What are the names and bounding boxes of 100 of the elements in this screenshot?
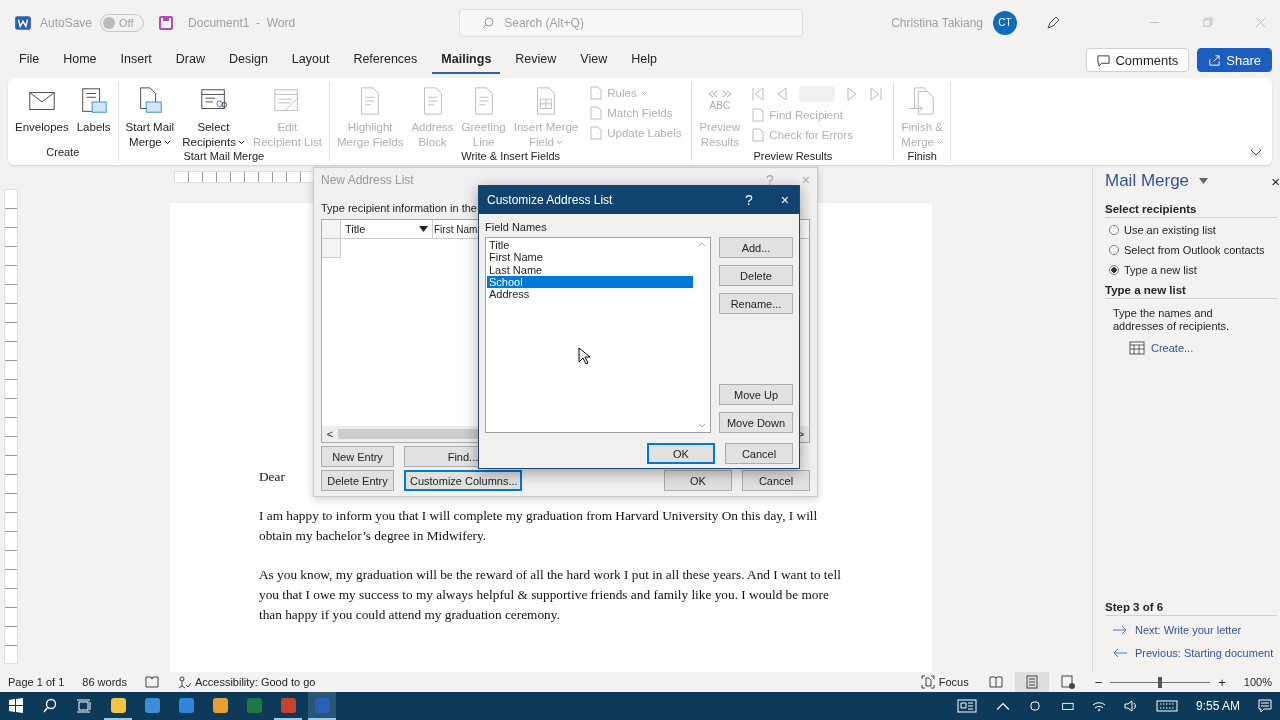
list-label: Field Names bbox=[485, 221, 548, 233]
zoom-level[interactable]: 100% bbox=[1243, 676, 1272, 688]
salutation-text: Dear bbox=[259, 468, 285, 486]
group-label: Create bbox=[46, 146, 80, 158]
scroll-left-button[interactable]: < bbox=[322, 426, 338, 442]
book-check-icon[interactable] bbox=[144, 675, 159, 689]
share-button[interactable]: Share bbox=[1197, 48, 1272, 72]
search-field[interactable]: Search (Alt+Q) bbox=[459, 8, 804, 37]
paragraph-text: As you know, my graduation will be the reward of all the hard work I put in all these years. And I want to tell you that I owe my success to my always helpful & supportive friends and family like you. I would be more than happy if you could attend my graduation ceremony. bbox=[259, 566, 842, 624]
dialog-button[interactable]: Delete Entry bbox=[321, 470, 394, 491]
collapse-ribbon-icon[interactable] bbox=[1250, 149, 1262, 157]
ribbon-button[interactable]: Select Recipients bbox=[179, 86, 248, 150]
ribbon-tab[interactable]: Insert bbox=[111, 46, 161, 74]
dialog-button[interactable]: Move Up bbox=[719, 384, 793, 405]
word-count[interactable]: 86 words bbox=[82, 676, 127, 688]
preview-icon: ABC bbox=[705, 86, 734, 116]
ok-button[interactable]: OK bbox=[647, 443, 715, 464]
zoom-out-button[interactable]: − bbox=[1094, 674, 1103, 690]
accessibility-status[interactable]: Accessibility: Good to go bbox=[176, 675, 316, 689]
search-icon[interactable] bbox=[42, 698, 58, 714]
zoom-in-button[interactable]: + bbox=[1218, 674, 1226, 690]
dialog-title: New Address List bbox=[321, 173, 414, 187]
task-view-icon[interactable] bbox=[76, 698, 92, 714]
ribbon-tab[interactable]: Home bbox=[54, 46, 106, 74]
ribbon-tab[interactable]: Review bbox=[506, 46, 566, 74]
document-icon bbox=[751, 128, 766, 142]
list-item[interactable]: First Name bbox=[487, 251, 693, 264]
step-label: Step 3 of 6 bbox=[1105, 601, 1277, 616]
ribbon-tab[interactable]: View bbox=[571, 46, 617, 74]
close-pane-button[interactable]: × bbox=[1271, 172, 1280, 190]
clock[interactable]: 9:55 AM bbox=[1195, 699, 1240, 713]
ribbon-tab[interactable]: References bbox=[344, 46, 427, 74]
document-icon bbox=[589, 126, 604, 140]
ribbon-tab[interactable]: Design bbox=[219, 46, 277, 74]
ribbon-tab[interactable]: Help bbox=[622, 46, 666, 74]
book-icon bbox=[988, 676, 1003, 688]
radio-option[interactable]: Use an existing list bbox=[1109, 224, 1280, 236]
autosave-label: AutoSave bbox=[40, 15, 93, 30]
dropdown-caret-icon[interactable] bbox=[1199, 178, 1209, 184]
page-count[interactable]: Page 1 of 1 bbox=[8, 676, 65, 688]
accessibility-icon bbox=[176, 675, 191, 689]
mouse-cursor-icon bbox=[578, 347, 590, 365]
section-heading: Type a new list bbox=[1105, 284, 1277, 299]
web-page-icon bbox=[1060, 675, 1075, 689]
document-icon bbox=[751, 108, 766, 122]
list-item[interactable]: Title bbox=[487, 239, 693, 252]
user-avatar[interactable]: CT bbox=[993, 10, 1017, 35]
previous-step-link[interactable]: Previous: Starting document bbox=[1135, 647, 1274, 659]
app-logo-icon bbox=[14, 13, 32, 32]
notification-icon[interactable] bbox=[1258, 699, 1272, 713]
pen-icon[interactable] bbox=[1045, 14, 1061, 31]
radio-option[interactable]: Select from Outlook contacts bbox=[1109, 244, 1280, 256]
window-title: Document1 - Word bbox=[188, 15, 296, 30]
start-icon[interactable] bbox=[8, 698, 24, 714]
comments-button[interactable]: Comments bbox=[1086, 48, 1190, 72]
ribbon-tab[interactable]: Draw bbox=[166, 46, 214, 74]
create-link[interactable]: Create... bbox=[1151, 342, 1194, 354]
list-item[interactable]: Address bbox=[487, 288, 693, 301]
dialog-button[interactable]: Customize Columns... bbox=[404, 470, 522, 491]
next-step-link[interactable]: Next: Write your letter bbox=[1135, 624, 1242, 636]
save-icon[interactable] bbox=[158, 14, 175, 31]
ok-button[interactable]: OK bbox=[664, 470, 732, 491]
pane-title: Mail Merge bbox=[1105, 171, 1190, 191]
news-icon[interactable] bbox=[955, 699, 978, 713]
ribbon-button[interactable]: Envelopes bbox=[12, 86, 72, 146]
ribbon-tab[interactable]: File bbox=[10, 46, 49, 74]
ribbon-button[interactable]: Start Mail Merge bbox=[122, 86, 178, 150]
dialog-button[interactable]: New Entry bbox=[321, 446, 394, 467]
cancel-button[interactable]: Cancel bbox=[725, 443, 793, 464]
close-button[interactable]: × bbox=[780, 192, 789, 208]
group-label: Write & Insert Fields bbox=[461, 150, 561, 162]
description-text: Type the names and addresses of recipients. bbox=[1113, 307, 1231, 333]
ribbon-tab[interactable]: Mailings bbox=[432, 46, 501, 74]
dialog-title: Customize Address List bbox=[487, 193, 613, 207]
ribbon-tab[interactable]: Layout bbox=[282, 46, 339, 74]
column-header[interactable]: Title bbox=[341, 220, 433, 238]
focus-icon bbox=[920, 675, 935, 689]
radio-option[interactable]: Type a new list bbox=[1109, 264, 1280, 276]
search-icon bbox=[481, 15, 496, 30]
cancel-button[interactable]: Cancel bbox=[742, 470, 810, 491]
help-button[interactable]: ? bbox=[745, 192, 753, 208]
list-item[interactable]: School bbox=[487, 275, 693, 289]
dialog-button[interactable]: Rename... bbox=[719, 293, 793, 314]
section-heading: Select recipients bbox=[1105, 203, 1277, 218]
list-item[interactable]: Last Name bbox=[487, 263, 693, 276]
right-arrow-icon bbox=[1113, 625, 1127, 635]
column-header[interactable]: First Nam bbox=[433, 220, 479, 238]
scroll-up-icon bbox=[698, 242, 706, 247]
dialog-button[interactable]: Add... bbox=[719, 237, 793, 258]
keyboard-icon[interactable] bbox=[1155, 699, 1178, 713]
focus-mode-button[interactable]: Focus bbox=[920, 675, 969, 689]
wifi-icon[interactable] bbox=[1091, 699, 1106, 713]
field-names-list[interactable]: Title First Name Last Name School Address bbox=[485, 237, 711, 433]
ribbon-button[interactable]: Labels bbox=[73, 86, 114, 146]
scroll-down-icon bbox=[698, 423, 706, 428]
volume-icon[interactable] bbox=[1123, 699, 1138, 713]
table-icon bbox=[1129, 341, 1145, 355]
dialog-button[interactable]: Move Down bbox=[719, 412, 793, 433]
dialog-button[interactable]: Delete bbox=[719, 265, 793, 286]
page-icon bbox=[1025, 675, 1038, 689]
